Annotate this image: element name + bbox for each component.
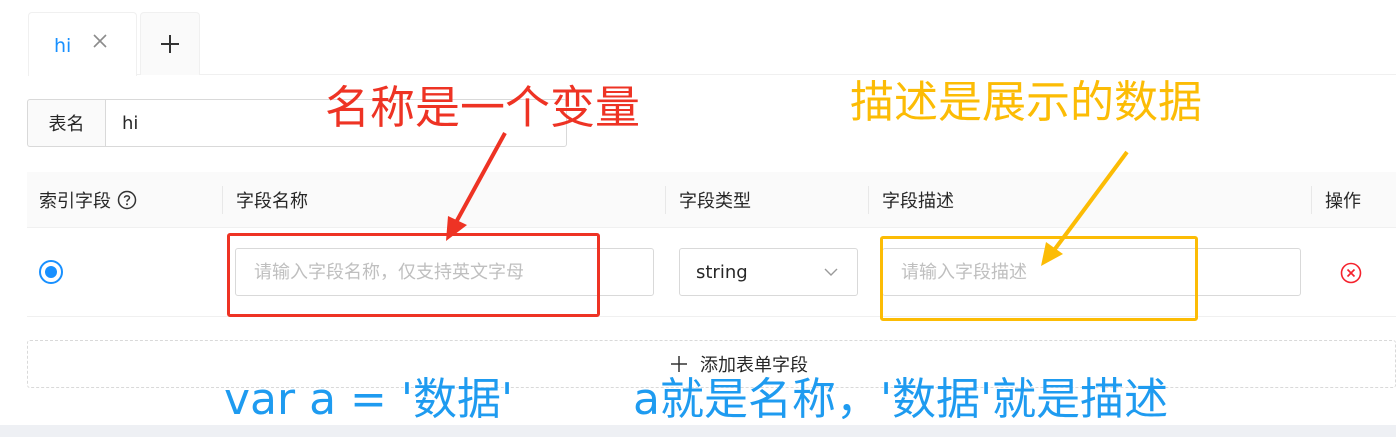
field-type-select[interactable]: string xyxy=(679,248,858,296)
tab-label[interactable]: hi xyxy=(54,35,71,57)
close-circle-icon[interactable] xyxy=(1340,262,1362,284)
close-icon[interactable] xyxy=(90,31,110,51)
th-index: 索引字段 xyxy=(39,172,137,228)
form-designer: hi 表名 索引字段 字段名称 字段类型 字段描述 xyxy=(0,0,1396,437)
code-example: var a = '数据' xyxy=(224,374,514,425)
column-divider xyxy=(1311,186,1312,214)
explanation-note: a就是名称，'数据'就是描述 xyxy=(633,374,1169,425)
chevron-down-icon xyxy=(824,268,838,276)
column-divider xyxy=(665,186,666,214)
tab-bar-divider xyxy=(28,74,1396,75)
th-type: 字段类型 xyxy=(679,191,751,212)
th-index-label: 索引字段 xyxy=(39,191,111,212)
th-desc: 字段描述 xyxy=(882,191,954,212)
th-name: 字段名称 xyxy=(236,191,308,212)
index-radio[interactable] xyxy=(39,260,63,284)
plus-icon xyxy=(161,35,179,53)
column-divider xyxy=(222,186,223,214)
table-header: 索引字段 字段名称 字段类型 字段描述 操作 xyxy=(27,172,1396,228)
footer-band xyxy=(0,425,1396,437)
field-type-value: string xyxy=(696,261,748,283)
table-name-label: 表名 xyxy=(27,99,105,147)
name-note: 名称是一个变量 xyxy=(325,81,641,134)
column-divider xyxy=(868,186,869,214)
th-action: 操作 xyxy=(1325,191,1361,212)
tab-hi[interactable]: hi xyxy=(28,12,137,76)
desc-highlight-box xyxy=(880,236,1198,321)
add-tab-button[interactable] xyxy=(140,12,200,75)
plus-icon xyxy=(671,356,687,372)
tab-bar: hi xyxy=(28,12,1396,76)
desc-note: 描述是展示的数据 xyxy=(850,77,1202,128)
name-highlight-box xyxy=(227,233,600,317)
question-circle-icon[interactable] xyxy=(117,190,137,210)
